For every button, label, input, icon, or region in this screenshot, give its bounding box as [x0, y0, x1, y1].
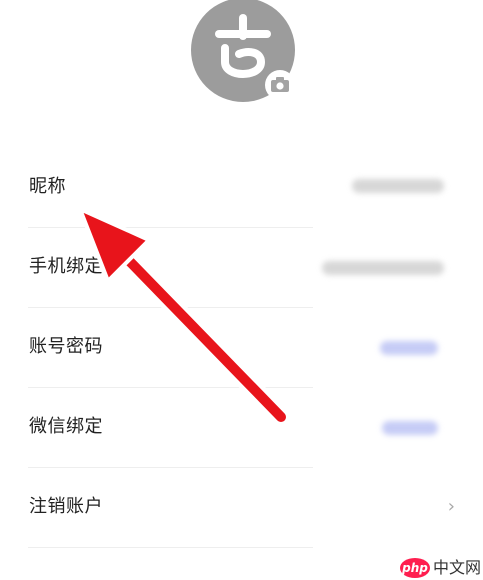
row-label-account-password: 账号密码: [29, 336, 103, 357]
camera-badge[interactable]: [265, 70, 295, 100]
camera-icon: [271, 77, 289, 92]
watermark-logo: php: [400, 558, 430, 578]
blurred-nickname-value: [352, 179, 444, 193]
row-account-password[interactable]: 账号密码: [0, 308, 483, 388]
row-phone-binding[interactable]: 手机绑定: [0, 228, 483, 308]
settings-list: 昵称 手机绑定 账号密码 微信绑定 注销账户 ›: [0, 148, 483, 548]
row-label-delete-account: 注销账户: [29, 496, 103, 517]
chevron-right-icon: ›: [447, 496, 455, 517]
blurred-password-status: [380, 341, 438, 355]
row-label-wechat-binding: 微信绑定: [29, 416, 103, 437]
divider: [28, 547, 313, 548]
blurred-wechat-status: [382, 421, 438, 435]
row-label-phone-binding: 手机绑定: [29, 256, 103, 277]
row-nickname[interactable]: 昵称: [0, 148, 483, 228]
row-wechat-binding[interactable]: 微信绑定: [0, 388, 483, 468]
row-label-nickname: 昵称: [29, 176, 66, 197]
row-delete-account[interactable]: 注销账户 ›: [0, 468, 483, 548]
avatar-area[interactable]: [191, 0, 295, 102]
watermark-text: 中文网: [433, 558, 482, 577]
blurred-phone-value: [322, 261, 444, 275]
